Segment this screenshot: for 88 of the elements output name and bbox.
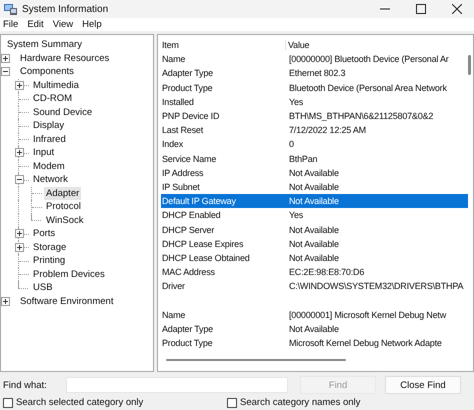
value-cell: Not Available bbox=[288, 182, 339, 192]
tree-item[interactable]: Ports bbox=[31, 227, 58, 240]
item-cell-text: DHCP Server bbox=[161, 224, 216, 235]
find-field[interactable] bbox=[66, 377, 288, 393]
value-cell: Bluetooth Device (Personal Area Network bbox=[288, 82, 447, 93]
column-header[interactable]: Value bbox=[285, 40, 310, 50]
item-cell-text: Installed bbox=[161, 96, 195, 107]
item-cell-text: Name bbox=[161, 54, 186, 64]
menu-item[interactable]: Edit bbox=[27, 19, 44, 30]
tree-item[interactable]: Printing bbox=[31, 254, 68, 268]
tree-item[interactable]: Network bbox=[31, 173, 70, 186]
value-cell: Microsoft Kernel Debug Network Adapte bbox=[288, 338, 442, 348]
column-header[interactable]: Item bbox=[161, 40, 288, 50]
close-find-button[interactable]: Close Find bbox=[385, 376, 461, 394]
value-cell: 7/12/2022 12:25 AM bbox=[288, 125, 366, 136]
collapse-icon[interactable] bbox=[1, 67, 10, 76]
item-cell-text: Default IP Gateway bbox=[161, 196, 237, 206]
checkbox-label: Search category names only bbox=[240, 397, 360, 408]
value-cell: Ethernet 802.3 bbox=[288, 68, 346, 78]
item-cell-text: Adapter Type bbox=[161, 324, 214, 334]
tree-item[interactable]: Software Environment bbox=[18, 294, 116, 308]
value-cell: BthPan bbox=[288, 154, 318, 164]
item-cell-text: Adapter Type bbox=[161, 68, 214, 78]
value-cell: Not Available bbox=[288, 224, 339, 235]
tree-item[interactable]: Storage bbox=[31, 240, 68, 254]
find-label: Find what: bbox=[3, 380, 48, 390]
collapse-icon[interactable] bbox=[15, 175, 24, 184]
tree-item[interactable]: Sound Device bbox=[31, 106, 94, 119]
value-cell: Yes bbox=[288, 96, 304, 107]
value-cell: Not Available bbox=[288, 196, 339, 206]
value-cell: Not Available bbox=[288, 168, 339, 178]
menu-item[interactable]: View bbox=[52, 19, 74, 30]
tree-item[interactable]: Hardware Resources bbox=[18, 52, 112, 65]
item-cell-text: DHCP Enabled bbox=[161, 210, 222, 220]
item-cell-text: DHCP Lease Obtained bbox=[161, 252, 251, 263]
tree-item[interactable]: Infrared bbox=[31, 132, 68, 146]
tree-item[interactable]: Protocol bbox=[44, 200, 83, 214]
item-cell-text: Service Name bbox=[161, 154, 218, 164]
horizontal-scrollbar[interactable] bbox=[166, 359, 346, 361]
item-cell-text: Name bbox=[161, 310, 186, 320]
expand-icon[interactable] bbox=[15, 242, 24, 252]
value-cell: [00000000] Bluetooth Device (Personal Ar bbox=[288, 54, 449, 64]
selected-row[interactable]: Default IP Gateway Not Available bbox=[161, 194, 468, 208]
expand-icon[interactable] bbox=[15, 229, 24, 238]
item-cell-text: DHCP Lease Expires bbox=[161, 238, 244, 249]
value-cell: [00000001] Microsoft Kernel Debug Netw bbox=[288, 310, 446, 320]
expand-icon[interactable] bbox=[1, 296, 10, 306]
value-cell: 0 bbox=[288, 139, 294, 150]
checkbox-label: Search selected category only bbox=[16, 397, 144, 408]
menu-item[interactable]: File bbox=[3, 19, 18, 30]
item-cell-text: MAC Address bbox=[161, 267, 216, 278]
tree-item[interactable]: System Summary bbox=[5, 38, 84, 52]
expand-icon[interactable] bbox=[1, 54, 10, 63]
item-cell-text: Last Reset bbox=[161, 125, 204, 136]
item-cell-text: Index bbox=[161, 139, 184, 150]
tree-item[interactable]: Multimedia bbox=[31, 78, 81, 92]
item-cell-text: Driver bbox=[161, 281, 186, 292]
menu-item[interactable]: Help bbox=[82, 19, 102, 30]
tree-item[interactable]: Adapter bbox=[44, 186, 82, 200]
tree-item[interactable]: Components bbox=[18, 65, 76, 78]
item-cell-text: IP Subnet bbox=[161, 182, 201, 192]
checkbox[interactable] bbox=[3, 398, 13, 408]
value-cell: C:\WINDOWS\SYSTEM32\DRIVERS\BTHPA bbox=[288, 281, 464, 292]
expand-icon[interactable] bbox=[15, 80, 24, 90]
app-icon bbox=[4, 3, 17, 15]
value-cell: Not Available bbox=[288, 252, 339, 263]
tree-item[interactable]: Problem Devices bbox=[31, 268, 107, 281]
value-cell: Yes bbox=[288, 210, 304, 220]
tree-item[interactable]: Modem bbox=[31, 160, 67, 173]
value-cell: BTH\MS_BTHPAN\6&21125807&0&2 bbox=[288, 111, 434, 122]
tree-item[interactable]: USB bbox=[31, 281, 55, 294]
value-cell: Not Available bbox=[288, 324, 339, 334]
tree-item[interactable]: WinSock bbox=[44, 214, 86, 227]
item-cell-text: IP Address bbox=[161, 168, 204, 178]
close-icon[interactable] bbox=[452, 4, 462, 14]
item-cell-text: PNP Device ID bbox=[161, 111, 220, 122]
tree-item[interactable]: Input bbox=[31, 146, 56, 160]
tree-item[interactable]: CD-ROM bbox=[31, 92, 74, 106]
item-cell-text: Product Type bbox=[161, 338, 214, 348]
item-cell-text: Product Type bbox=[161, 82, 214, 93]
value-cell: Not Available bbox=[288, 238, 339, 249]
maximize-icon[interactable] bbox=[416, 4, 426, 14]
checkbox[interactable] bbox=[227, 398, 237, 408]
value-cell: EC:2E:98:E8:70:D6 bbox=[288, 267, 364, 278]
vertical-scrollbar[interactable] bbox=[468, 55, 471, 75]
expand-icon[interactable] bbox=[15, 148, 24, 158]
window-title: System Information bbox=[22, 4, 108, 14]
tree-item[interactable]: Display bbox=[31, 119, 66, 132]
